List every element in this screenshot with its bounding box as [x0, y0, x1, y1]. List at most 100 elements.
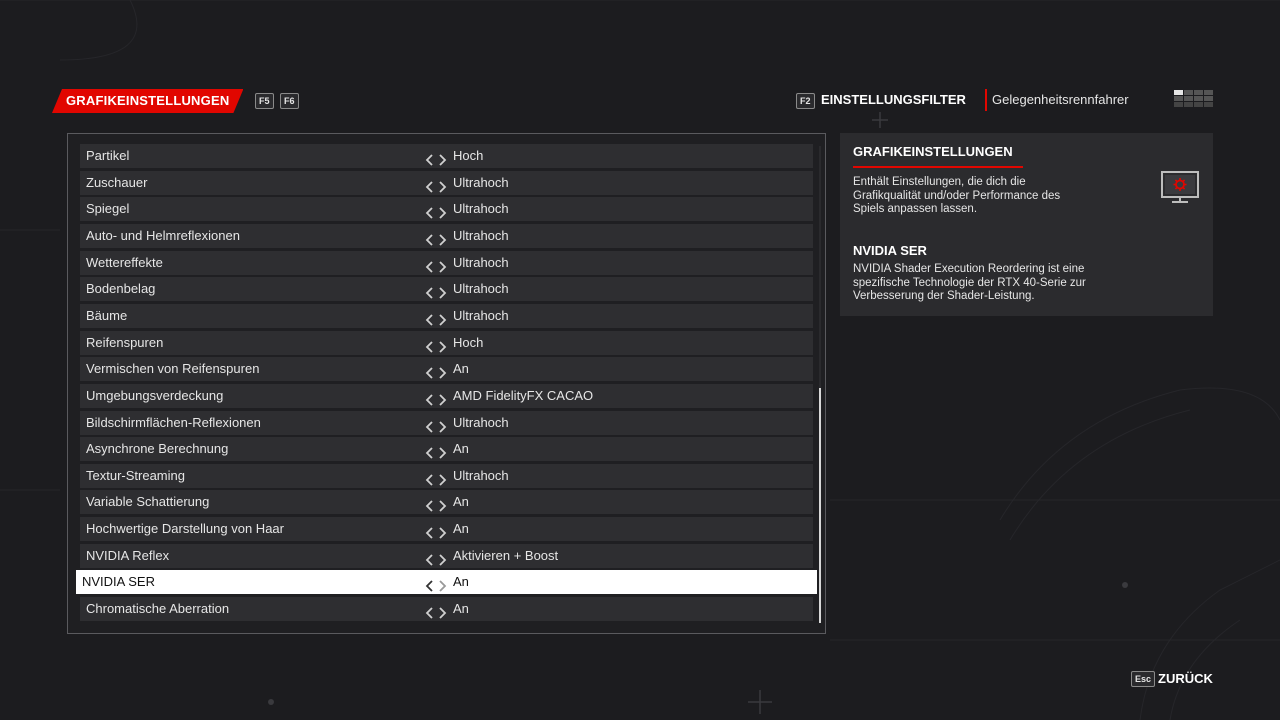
chevron-right-icon[interactable]: [439, 314, 447, 326]
setting-label: Vermischen von Reifenspuren: [86, 361, 260, 377]
filter-key[interactable]: F2: [796, 93, 815, 109]
back-button[interactable]: ZURÜCK: [1158, 671, 1213, 687]
setting-row[interactable]: Chromatische Aberration An: [80, 597, 813, 622]
chevron-left-icon[interactable]: [425, 234, 433, 246]
chevron-right-icon[interactable]: [439, 447, 447, 459]
chevron-right-icon[interactable]: [439, 154, 447, 166]
chevron-right-icon[interactable]: [439, 394, 447, 406]
setting-arrows: [425, 417, 449, 433]
setting-arrows: [425, 230, 449, 246]
setting-row[interactable]: NVIDIA SER An: [76, 570, 817, 595]
setting-label: Reifenspuren: [86, 334, 164, 350]
setting-label: Bäume: [86, 307, 128, 323]
setting-label: Asynchrone Berechnung: [86, 441, 229, 457]
chevron-right-icon[interactable]: [439, 260, 447, 273]
chevron-left-icon[interactable]: [425, 181, 433, 193]
setting-label: Bildschirmflächen-Reflexionen: [86, 414, 261, 430]
page-title: GRAFIKEINSTELLUNGEN: [52, 89, 243, 113]
chevron-right-icon[interactable]: [439, 340, 447, 353]
setting-label: Chromatische Aberration: [86, 601, 230, 617]
setting-row[interactable]: Asynchrone Berechnung An: [80, 437, 813, 462]
setting-value: An: [453, 601, 469, 617]
setting-row[interactable]: Textur-Streaming Ultrahoch: [80, 463, 813, 488]
setting-value: An: [453, 521, 469, 537]
monitor-gear-icon: [1161, 171, 1199, 203]
setting-label: Spiegel: [86, 201, 130, 217]
chevron-right-icon[interactable]: [439, 234, 447, 246]
setting-row[interactable]: Hochwertige Darstellung von Haar An: [80, 517, 813, 542]
chevron-right-icon[interactable]: [439, 367, 447, 379]
setting-value: Ultrahoch: [453, 467, 509, 483]
chevron-right-icon[interactable]: [439, 554, 447, 566]
chevron-left-icon[interactable]: [425, 607, 433, 619]
setting-label: Bodenbelag: [86, 281, 156, 297]
setting-row[interactable]: Auto- und Helmreflexionen Ultrahoch: [80, 223, 813, 248]
setting-value: Ultrahoch: [453, 174, 509, 190]
chevron-left-icon[interactable]: [425, 394, 433, 406]
chevron-left-icon[interactable]: [425, 340, 433, 353]
chevron-left-icon[interactable]: [425, 500, 433, 513]
chevron-left-icon[interactable]: [425, 554, 433, 566]
setting-label: Textur-Streaming: [86, 467, 185, 483]
chevron-left-icon[interactable]: [425, 474, 433, 486]
setting-value: Ultrahoch: [453, 414, 509, 430]
chevron-left-icon[interactable]: [425, 207, 433, 219]
setting-row[interactable]: Partikel Hoch: [80, 144, 813, 168]
setting-row[interactable]: Reifenspuren Hoch: [80, 330, 813, 355]
chevron-right-icon[interactable]: [439, 420, 447, 433]
chevron-right-icon[interactable]: [439, 580, 447, 593]
setting-label: Zuschauer: [86, 174, 148, 190]
setting-row[interactable]: Variable Schattierung An: [80, 490, 813, 515]
chevron-left-icon[interactable]: [425, 447, 433, 459]
chevron-right-icon[interactable]: [439, 607, 447, 619]
scrollbar-thumb[interactable]: [819, 388, 821, 623]
setting-label: NVIDIA Reflex: [86, 547, 170, 563]
chevron-left-icon[interactable]: [425, 420, 433, 433]
filter-level-grid-icon: [1174, 90, 1213, 107]
setting-value: Aktivieren + Boost: [453, 547, 559, 563]
setting-row[interactable]: Wettereffekte Ultrahoch: [80, 250, 813, 275]
info-option-title: NVIDIA SER: [853, 243, 927, 258]
chevron-left-icon[interactable]: [425, 580, 433, 593]
setting-label: Hochwertige Darstellung von Haar: [86, 521, 284, 537]
setting-row[interactable]: Bäume Ultrahoch: [80, 303, 813, 328]
info-panel: GRAFIKEINSTELLUNGEN Enthält Einstellunge…: [840, 133, 1213, 316]
chevron-right-icon[interactable]: [439, 474, 447, 486]
setting-row[interactable]: Bodenbelag Ultrahoch: [80, 277, 813, 302]
setting-arrows: [425, 603, 449, 619]
chevron-right-icon[interactable]: [439, 181, 447, 193]
setting-value: Ultrahoch: [453, 281, 509, 297]
setting-label: Umgebungsverdeckung: [86, 387, 224, 403]
settings-filter-label[interactable]: EINSTELLUNGSFILTER: [821, 91, 966, 109]
chevron-left-icon[interactable]: [425, 287, 433, 299]
esc-key[interactable]: Esc: [1131, 671, 1156, 687]
chevron-left-icon[interactable]: [425, 260, 433, 273]
setting-value: An: [453, 361, 469, 377]
chevron-left-icon[interactable]: [425, 154, 433, 166]
chevron-right-icon[interactable]: [439, 207, 447, 219]
setting-value: Hoch: [453, 148, 484, 163]
setting-row[interactable]: Umgebungsverdeckung AMD FidelityFX CACAO: [80, 383, 813, 408]
setting-row[interactable]: Zuschauer Ultrahoch: [80, 170, 813, 195]
setting-row[interactable]: Spiegel Ultrahoch: [80, 197, 813, 222]
setting-arrows: [425, 283, 449, 299]
setting-label: Wettereffekte: [86, 254, 163, 270]
setting-arrows: [425, 576, 449, 593]
setting-row[interactable]: NVIDIA Reflex Aktivieren + Boost: [80, 543, 813, 568]
setting-row[interactable]: Bildschirmflächen-Reflexionen Ultrahoch: [80, 410, 813, 435]
key-prev-tab[interactable]: F5: [255, 93, 274, 109]
chevron-right-icon[interactable]: [439, 500, 447, 513]
chevron-right-icon[interactable]: [439, 287, 447, 299]
chevron-left-icon[interactable]: [425, 314, 433, 326]
chevron-left-icon[interactable]: [425, 527, 433, 539]
info-section-title: GRAFIKEINSTELLUNGEN: [853, 144, 1013, 159]
setting-value: An: [453, 494, 469, 510]
key-next-tab[interactable]: F6: [280, 93, 299, 109]
settings-filter-value[interactable]: Gelegenheitsrennfahrer: [992, 91, 1129, 109]
setting-value: Ultrahoch: [453, 201, 509, 217]
chevron-right-icon[interactable]: [439, 527, 447, 539]
chevron-left-icon[interactable]: [425, 367, 433, 379]
setting-row[interactable]: Vermischen von Reifenspuren An: [80, 357, 813, 382]
setting-arrows: [425, 496, 449, 513]
info-section-description: Enthält Einstellungen, die dich die Graf…: [853, 176, 1061, 215]
